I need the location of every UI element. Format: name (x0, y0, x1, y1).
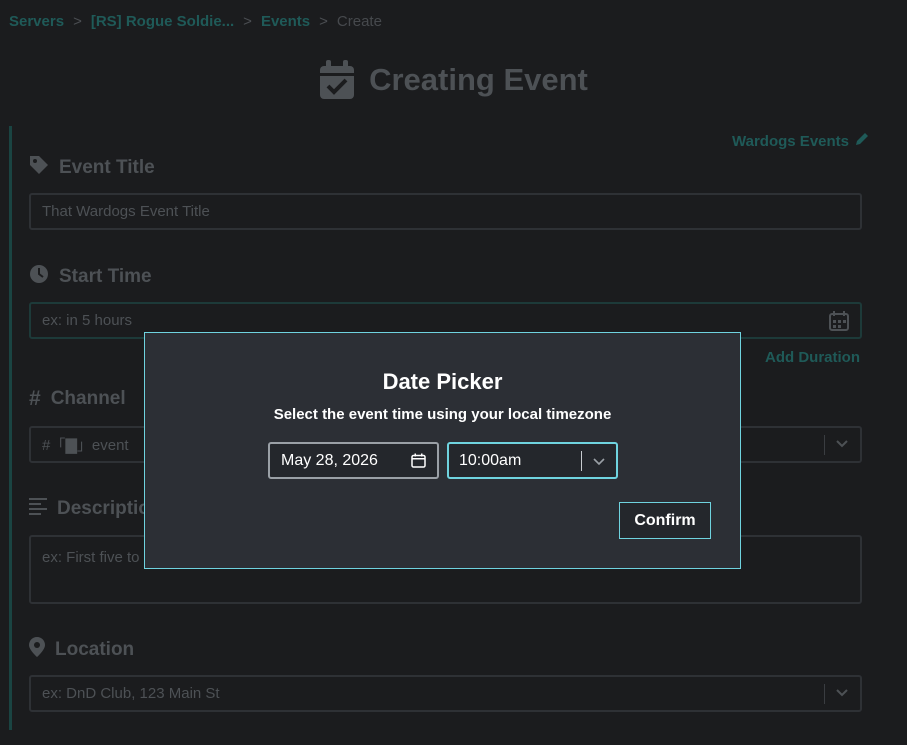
clock-icon (29, 264, 49, 290)
start-time-label-text: Start Time (59, 266, 152, 287)
pencil-icon (855, 132, 869, 150)
date-input[interactable]: May 28, 2026 (268, 442, 439, 479)
time-select[interactable]: 10:00am (447, 442, 618, 479)
description-label-text: Descriptio (57, 498, 150, 519)
location-label: Location (29, 637, 134, 663)
channel-value: #「▇」event (42, 437, 129, 454)
breadcrumb-separator: > (73, 13, 82, 30)
confirm-button[interactable]: Confirm (619, 502, 711, 539)
server-tag[interactable]: Wardogs Events (732, 132, 869, 150)
description-label: Descriptio (29, 497, 150, 521)
page-title: Creating Event (0, 60, 907, 100)
location-placeholder: ex: DnD Club, 123 Main St (42, 685, 220, 702)
breadcrumb: Servers > [RS] Rogue Soldie... > Events … (9, 13, 382, 30)
breadcrumb-separator: > (319, 13, 328, 30)
tag-icon (29, 155, 49, 181)
modal-subtitle: Select the event time using your local t… (273, 406, 612, 423)
calendar-check-icon (319, 60, 355, 100)
breadcrumb-server[interactable]: [RS] Rogue Soldie... (91, 13, 234, 30)
modal-title: Date Picker (382, 369, 503, 394)
chevron-down-icon[interactable] (582, 454, 616, 468)
location-label-text: Location (55, 639, 135, 660)
breadcrumb-servers[interactable]: Servers (9, 13, 64, 30)
event-title-value: That Wardogs Event Title (42, 203, 210, 220)
event-title-label: Event Title (29, 155, 155, 181)
select-divider (824, 434, 825, 455)
start-time-placeholder: ex: in 5 hours (42, 312, 133, 329)
event-title-label-text: Event Title (59, 157, 155, 178)
breadcrumb-current: Create (336, 13, 382, 30)
breadcrumb-separator: > (243, 13, 252, 30)
location-dropdown[interactable] (814, 677, 849, 710)
date-picker-modal: Date Picker Select the event time using … (144, 332, 741, 569)
description-placeholder: ex: First five to (42, 549, 140, 566)
hash-icon: # (29, 387, 41, 410)
channel-label-text: Channel (50, 388, 126, 409)
date-value: May 28, 2026 (281, 451, 378, 469)
channel-label: # Channel (29, 387, 126, 411)
calendar-icon[interactable] (829, 304, 849, 337)
start-time-label: Start Time (29, 264, 152, 290)
server-tag-label: Wardogs Events (732, 132, 849, 150)
align-left-icon (29, 497, 47, 521)
chevron-down-icon (835, 685, 849, 703)
select-divider (824, 683, 825, 704)
page-heading: Creating Event (369, 62, 588, 97)
add-duration-link[interactable]: Add Duration (765, 349, 860, 366)
breadcrumb-events[interactable]: Events (261, 13, 310, 30)
map-pin-icon (29, 637, 45, 663)
channel-dropdown[interactable] (814, 428, 849, 461)
time-value: 10:00am (459, 451, 522, 469)
chevron-down-icon (835, 436, 849, 454)
calendar-icon[interactable] (411, 453, 426, 468)
event-title-input[interactable]: That Wardogs Event Title (29, 193, 862, 230)
location-select[interactable]: ex: DnD Club, 123 Main St (29, 675, 862, 712)
